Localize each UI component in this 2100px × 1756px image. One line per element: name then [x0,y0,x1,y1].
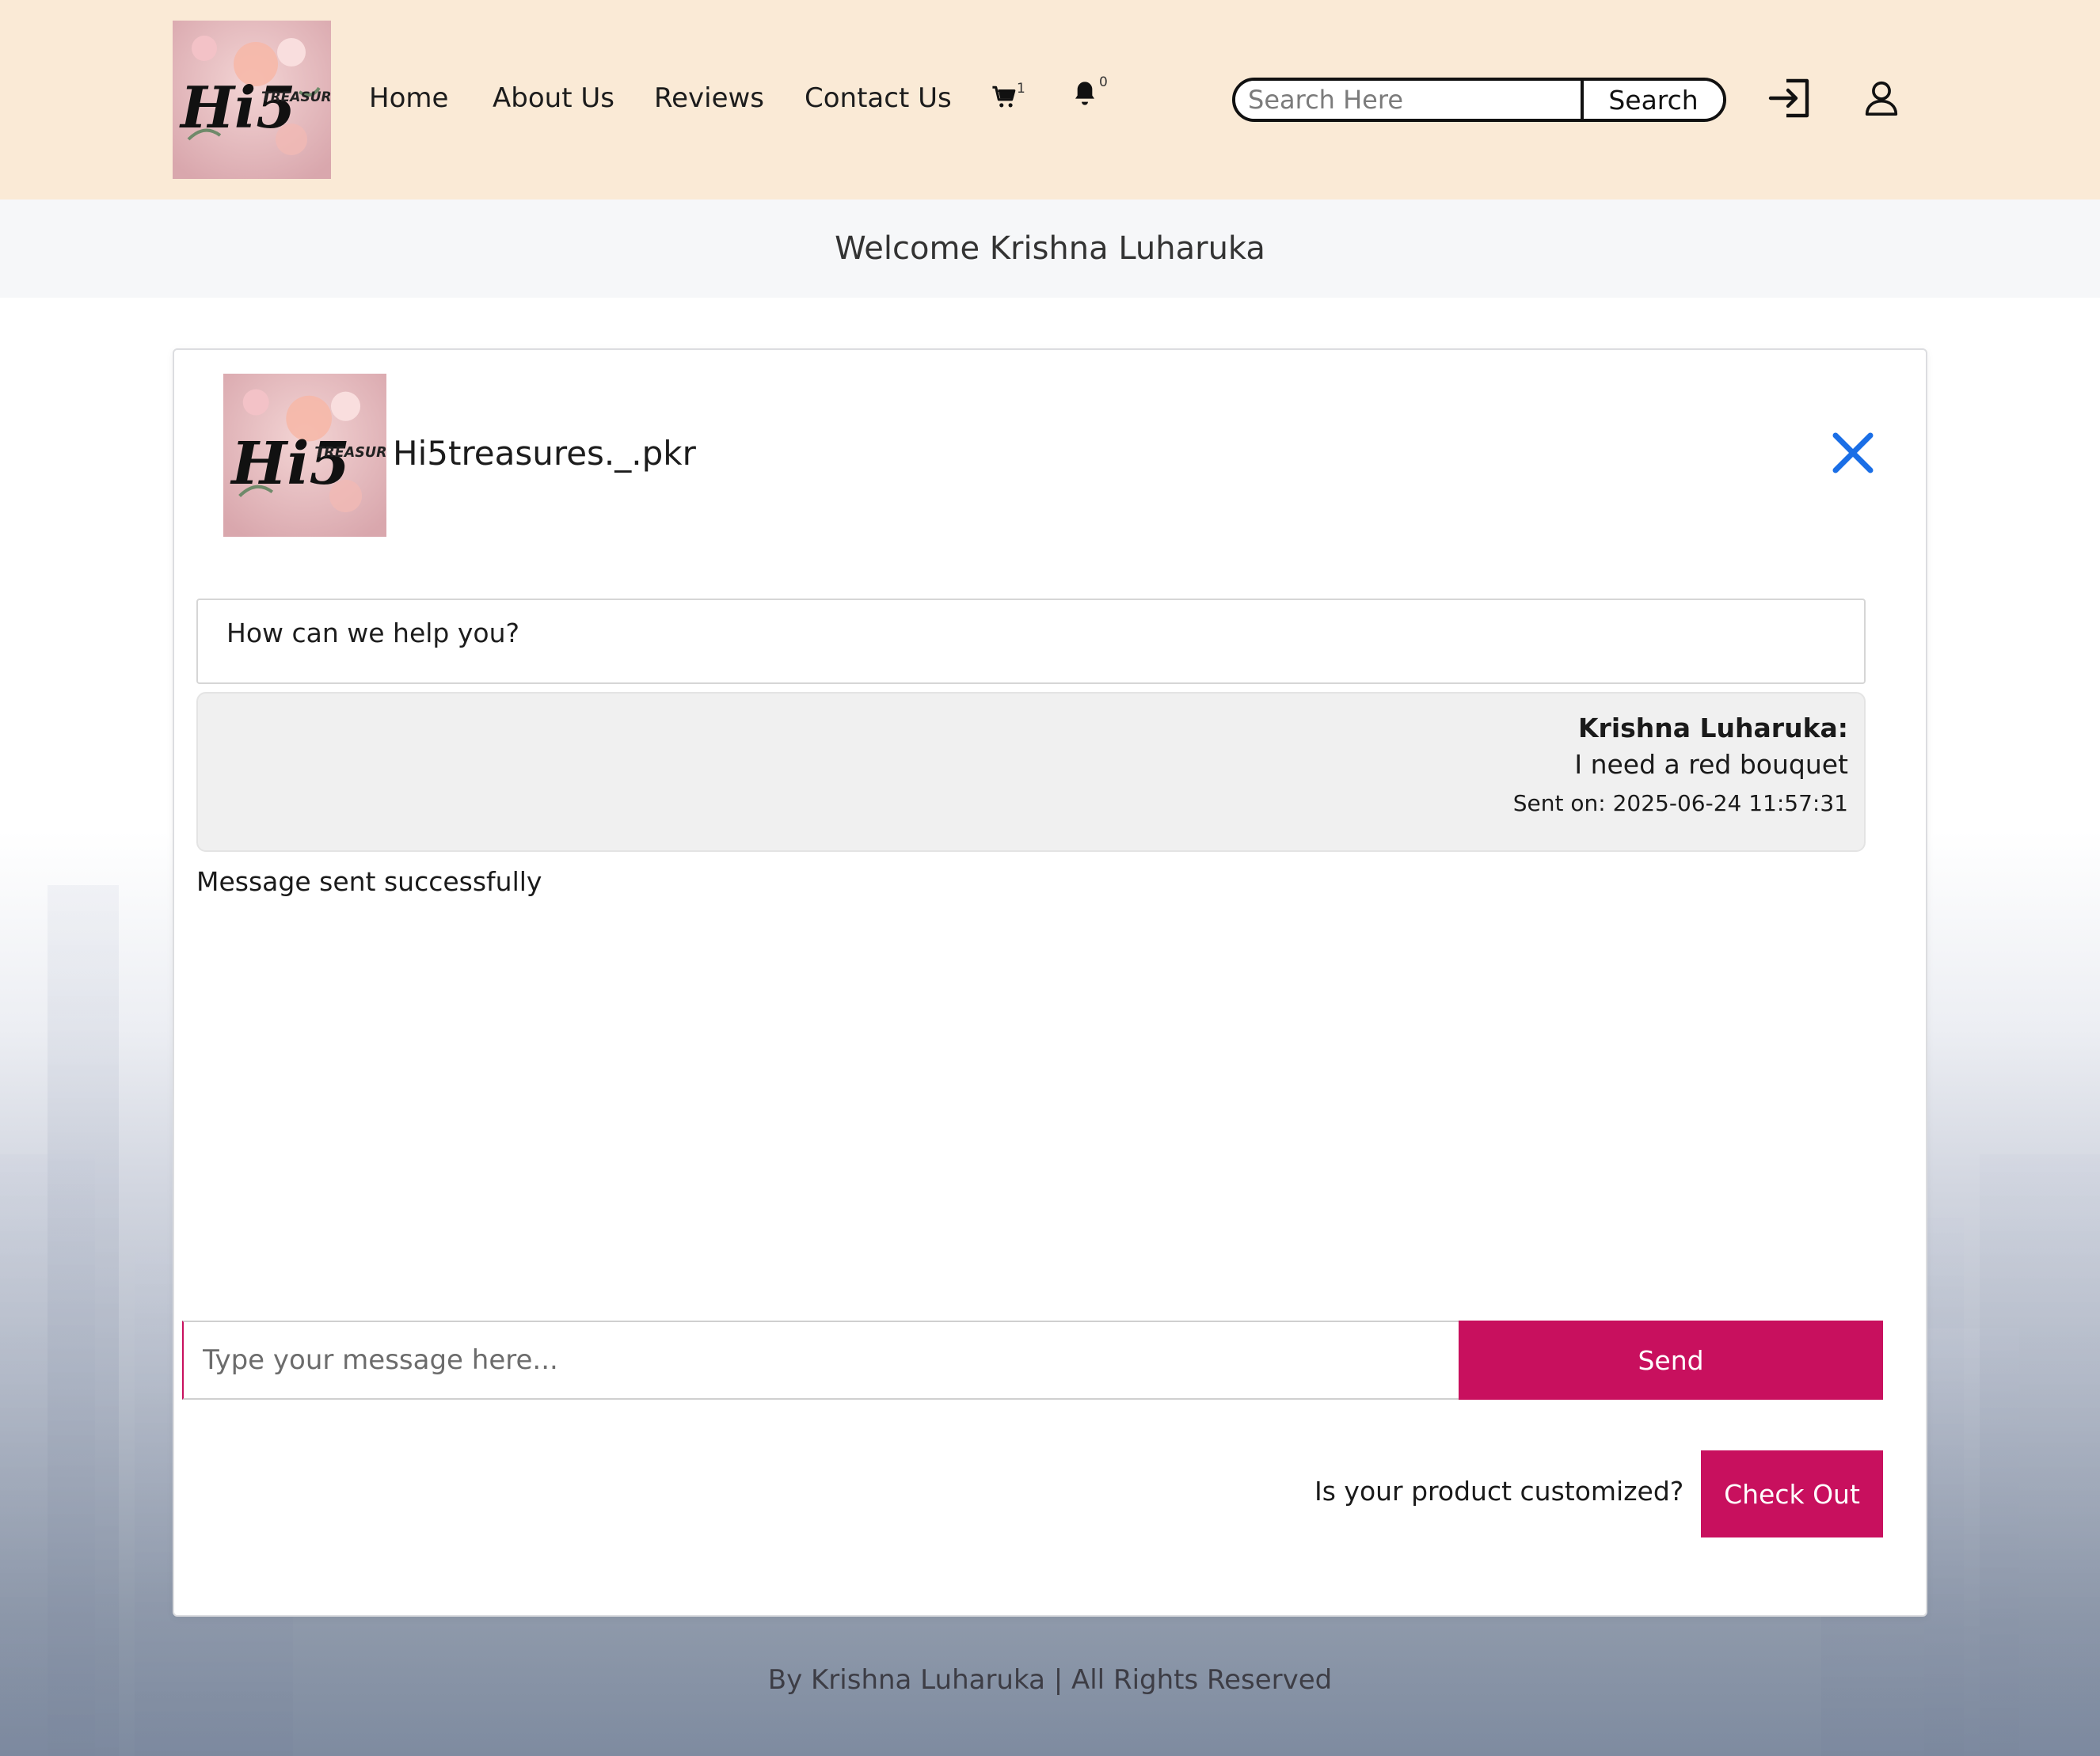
svg-text:Hi5: Hi5 [230,429,350,498]
bell-icon [1075,82,1094,105]
login-button[interactable] [1767,76,1815,120]
user-icon [1865,81,1898,116]
message-text: I need a red bouquet [1574,749,1848,780]
search-input[interactable] [1235,81,1581,119]
search-button[interactable]: Search [1581,81,1723,119]
nav-about-us[interactable]: About Us [493,82,614,114]
site-logo[interactable]: Hi5 TREASURES [173,21,331,179]
status-message: Message sent successfully [196,866,542,897]
footer-text: By Krishna Luharuka | All Rights Reserve… [767,1664,1333,1696]
message-composer: Send [182,1321,1883,1400]
svg-text:TREASURES: TREASURES [314,445,386,461]
svg-text:TREASURES: TREASURES [261,89,331,105]
cart-count: 1 [1017,81,1025,97]
site-header: Hi5 TREASURES Home About Us Reviews Cont… [0,0,2100,200]
login-icon [1768,78,1809,118]
chat-message: Krishna Luharuka: I need a red bouquet S… [196,692,1866,852]
nav-contact-us[interactable]: Contact Us [805,82,952,114]
cart-icon [992,86,1016,108]
site-footer: By Krishna Luharuka | All Rights Reserve… [0,1664,2100,1696]
close-button[interactable] [1829,429,1877,477]
checkout-button[interactable]: Check Out [1701,1450,1883,1537]
notification-count: 0 [1099,74,1108,90]
send-button[interactable]: Send [1459,1321,1883,1400]
profile-button[interactable] [1864,79,1900,119]
notifications-button[interactable]: 0 [1072,74,1108,111]
welcome-banner: Welcome Krishna Luharuka [0,200,2100,298]
chat-card: Hi5 TREASURES Hi5treasures._.pkr How can… [173,348,1927,1617]
greeting-message: How can we help you? [196,599,1866,684]
search-bar: Search [1232,78,1726,122]
svg-text:Hi5: Hi5 [179,74,295,141]
shop-name: Hi5treasures._.pkr [393,434,696,473]
message-timestamp: Sent on: 2025-06-24 11:57:31 [1512,790,1848,816]
cart-button[interactable]: 1 [991,81,1025,116]
message-input[interactable] [182,1321,1459,1400]
close-icon [1832,432,1874,473]
nav-reviews[interactable]: Reviews [654,82,764,114]
shop-avatar: Hi5 TREASURES [223,374,386,537]
nav-home[interactable]: Home [369,82,448,114]
welcome-text: Welcome Krishna Luharuka [835,230,1265,267]
message-sender: Krishna Luharuka: [1577,713,1848,743]
customization-question: Is your product customized? [1314,1476,1684,1507]
